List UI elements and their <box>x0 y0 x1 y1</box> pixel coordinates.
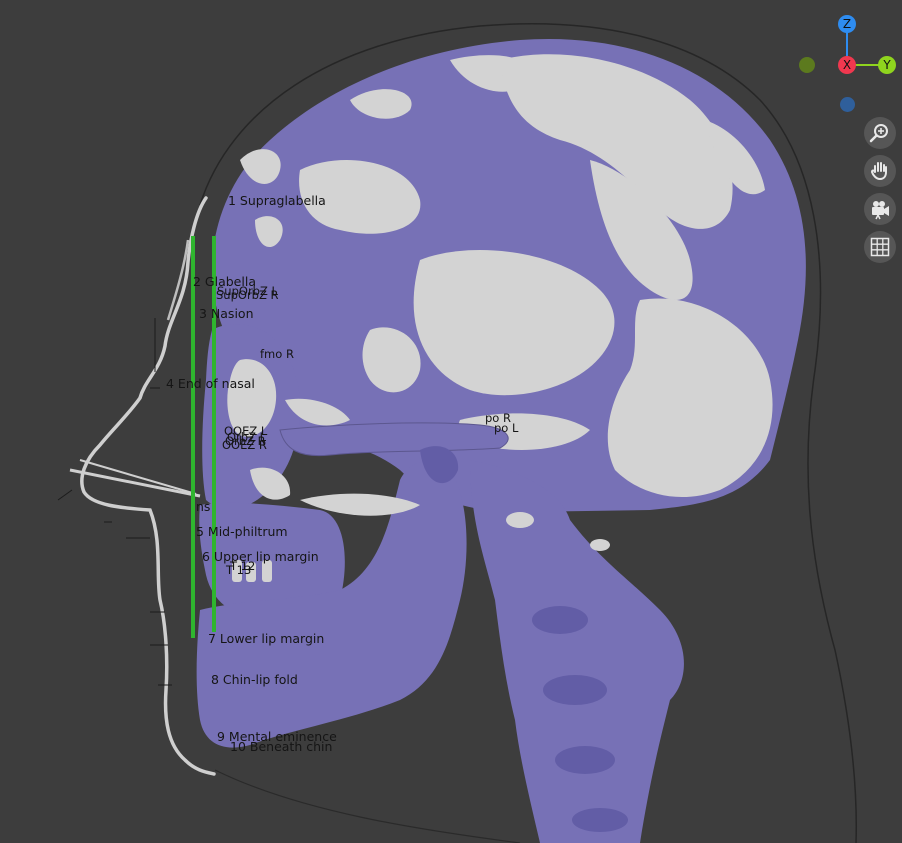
landmark-supraglabella: 1 Supraglabella <box>228 193 326 208</box>
landmark-suporbz-r: SupOrbZ R <box>216 288 279 302</box>
landmark-lower-lip-margin: 7 Lower lip margin <box>208 631 325 646</box>
skull-scene <box>57 23 857 843</box>
camera-icon <box>872 201 889 220</box>
landmark-beneath-chin: 10 Beneath chin <box>230 739 333 754</box>
landmark-chin-lip-fold: 8 Chin-lip fold <box>211 672 298 687</box>
landmark-nasion: 3 Nasion <box>199 306 254 321</box>
landmark-upper-lip-margin: 6 Upper lip margin <box>202 549 319 564</box>
landmark-mid-philtrum: 5 Mid-philtrum <box>196 524 288 539</box>
landmark-po-l: po L <box>494 421 519 435</box>
pan-button[interactable] <box>864 155 896 187</box>
gizmo-neg-z-axis[interactable] <box>840 97 855 112</box>
zoom-button[interactable] <box>864 117 896 149</box>
landmark-fmo-r: fmo R <box>260 347 294 361</box>
camera-button[interactable] <box>864 193 896 225</box>
hand-icon <box>870 162 887 181</box>
landmark-t-13: T 13 <box>226 563 252 577</box>
gizmo-z-axis[interactable]: Z <box>838 15 856 33</box>
grid-button[interactable] <box>864 231 896 263</box>
3d-viewport[interactable]: 1 Supraglabella 2 Glabella SupOrbZ L Sup… <box>0 0 902 843</box>
gizmo-x-axis[interactable]: X <box>838 56 856 74</box>
zoom-icon <box>869 124 888 143</box>
landmark-orbital-4: OOEZ R <box>222 438 267 452</box>
landmark-end-of-nasal: 4 End of nasal <box>166 376 255 391</box>
cervical-spine <box>470 460 684 843</box>
grid-icon <box>870 237 890 257</box>
gizmo-y-axis[interactable]: Y <box>878 56 896 74</box>
navigation-gizmo[interactable]: Z X Y <box>790 8 902 118</box>
gizmo-neg-y-axis[interactable] <box>799 57 815 73</box>
landmark-ns: ns <box>196 499 211 514</box>
chin-outline <box>214 769 521 843</box>
